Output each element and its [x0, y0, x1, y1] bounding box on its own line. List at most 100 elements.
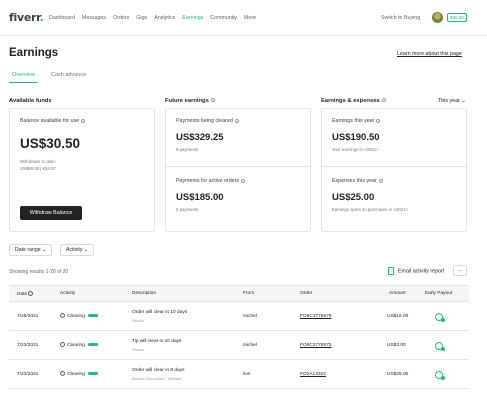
nav-orders[interactable]: Orders [113, 15, 129, 21]
info-icon[interactable] [378, 178, 383, 183]
learn-more-link[interactable]: Learn more about this page [397, 51, 462, 57]
header-order: Order [300, 291, 313, 296]
info-icon[interactable] [81, 118, 86, 123]
row-amount: US$16.00 [387, 314, 409, 319]
table-header: Date Activity Description From Order Amo… [9, 285, 469, 302]
top-navbar: fiverr. Dashboard Messages Orders Gigs A… [0, 0, 487, 36]
withdrawn-value: US$80.00 | €34.07 [20, 166, 56, 171]
nav-community[interactable]: Community [210, 15, 237, 21]
clearing-progress [87, 372, 98, 375]
row-description-sub: Stacks [132, 347, 144, 352]
earnings-year-title: Earnings this year [332, 118, 381, 124]
expenses-year-amount: US$25.00 [332, 192, 375, 203]
row-description: Tip will clear in 10 days [132, 339, 182, 344]
switch-to-buying-link[interactable]: Switch to Buying [381, 15, 420, 21]
row-amount: US$3.00 [387, 343, 406, 348]
date-range-filter[interactable]: Date range ⌄ [9, 244, 53, 256]
tab-cash-advance[interactable]: Cash advance [48, 72, 89, 83]
future-earnings-card: Payments being cleared US$329.25 9 payme… [165, 108, 311, 232]
activity-filter[interactable]: Activity ⌄ [60, 244, 95, 256]
results-count: Showing results 1-20 of 20 [9, 269, 69, 275]
info-icon[interactable] [241, 178, 245, 183]
nav-dashboard[interactable]: Dashboard [49, 15, 75, 21]
clock-icon [60, 313, 65, 318]
card-divider [322, 166, 466, 167]
header-date-text: Date [17, 291, 28, 297]
table-row[interactable]: 7/23/2021 Clearing Order will clear in 8… [9, 360, 469, 389]
row-description: Order will clear in 8 days [132, 368, 185, 373]
sort-icon [28, 291, 34, 296]
earnings-expenses-text: Earnings & expenses [321, 98, 380, 104]
expenses-year-text: Expenses this year [332, 178, 377, 184]
earnings-year-amount: US$190.50 [332, 132, 380, 143]
nav-links: Dashboard Messages Orders Gigs Analytics… [49, 15, 256, 21]
payments-active-count: 5 payments [176, 207, 199, 212]
balance-available-title: Balance available for use [20, 118, 86, 124]
payments-cleared-title: Payments being cleared [176, 118, 239, 124]
info-icon[interactable] [376, 118, 381, 123]
row-date: 7/23/2021 [17, 372, 39, 377]
row-order-link[interactable]: FO2A13322 [300, 372, 326, 377]
logo-dot: . [39, 11, 44, 24]
nav-gigs[interactable]: Gigs [136, 15, 147, 21]
payments-active-text: Payments for active orders [176, 178, 239, 184]
available-funds-card: Balance available for use US$30.50 Withd… [9, 108, 155, 232]
expenses-year-title: Expenses this year [332, 178, 383, 184]
clearing-progress [87, 314, 98, 317]
row-activity: Clearing [60, 342, 98, 348]
document-icon [388, 267, 394, 275]
nav-earnings[interactable]: Earnings [182, 15, 203, 21]
withdraw-balance-button[interactable]: Withdraw Balance [20, 206, 82, 220]
activity-filter-label: Activity [66, 247, 83, 253]
row-order-link[interactable]: FO5C3776579 [300, 314, 331, 319]
row-from: lion [243, 372, 251, 377]
earnings-year-text: Earnings this year [332, 118, 375, 124]
payments-active-amount: US$185.00 [176, 192, 224, 203]
clearing-progress [87, 343, 98, 346]
header-date[interactable]: Date [17, 291, 35, 297]
table-row[interactable]: 7/25/2021 Clearing Order will clear in 1… [9, 302, 469, 331]
logo-text: fiverr [9, 11, 40, 24]
available-funds-label: Available funds [9, 98, 52, 104]
tab-overview[interactable]: Overview [9, 72, 38, 83]
payments-cleared-count: 9 payments [176, 147, 199, 152]
info-icon[interactable] [381, 98, 386, 103]
payments-active-title: Payments for active orders [176, 178, 245, 184]
user-avatar[interactable] [432, 12, 443, 23]
row-description-sub: Basket Generation / Website [132, 376, 182, 381]
table-row[interactable]: 7/23/2021 Clearing Tip will clear in 10 … [9, 331, 469, 360]
more-options-button[interactable]: ... [453, 265, 467, 276]
early-payout-icon[interactable] [435, 371, 445, 380]
early-payout-icon[interactable] [435, 313, 445, 322]
row-from: michel [243, 314, 257, 319]
date-range-label: Date range [15, 247, 41, 253]
header-activity: Activity [60, 291, 76, 296]
header-description: Description [132, 291, 156, 296]
row-activity: Clearing [60, 371, 98, 377]
chevron-down-icon: ⌄ [83, 247, 89, 253]
nav-more[interactable]: More [244, 15, 256, 21]
earnings-expenses-card: Earnings this year US$190.50 Your earnin… [321, 108, 467, 232]
year-select-label: This year [438, 98, 460, 104]
header-amount: Amount [389, 291, 406, 296]
info-icon[interactable] [210, 98, 215, 103]
page-title: Earnings [9, 47, 59, 59]
payments-cleared-text: Payments being cleared [176, 118, 233, 124]
nav-analytics[interactable]: Analytics [154, 15, 175, 21]
row-order-link[interactable]: FO5C3776575 [300, 343, 331, 348]
fiverr-logo[interactable]: fiverr. [9, 11, 44, 24]
earnings-expenses-label: Earnings & expenses [321, 98, 386, 104]
year-select[interactable]: This year ⌄ [438, 98, 466, 104]
expenses-year-sub: Earnings spent on purchases in <2021> [332, 207, 408, 212]
row-activity-text: Clearing [67, 371, 85, 377]
early-payout-icon[interactable] [435, 342, 445, 351]
header-early-payout: Early Payout [425, 291, 453, 296]
info-icon[interactable] [234, 118, 239, 123]
email-report-button[interactable]: Email activity report [388, 267, 444, 275]
row-activity-text: Clearing [67, 313, 85, 319]
row-description: Order will clear in 10 days [132, 310, 188, 315]
nav-messages[interactable]: Messages [82, 15, 106, 21]
earnings-tabs: Overview Cash advance [9, 72, 99, 83]
balance-chip[interactable]: $30.50 [447, 13, 467, 22]
row-date: 7/25/2021 [17, 314, 39, 319]
